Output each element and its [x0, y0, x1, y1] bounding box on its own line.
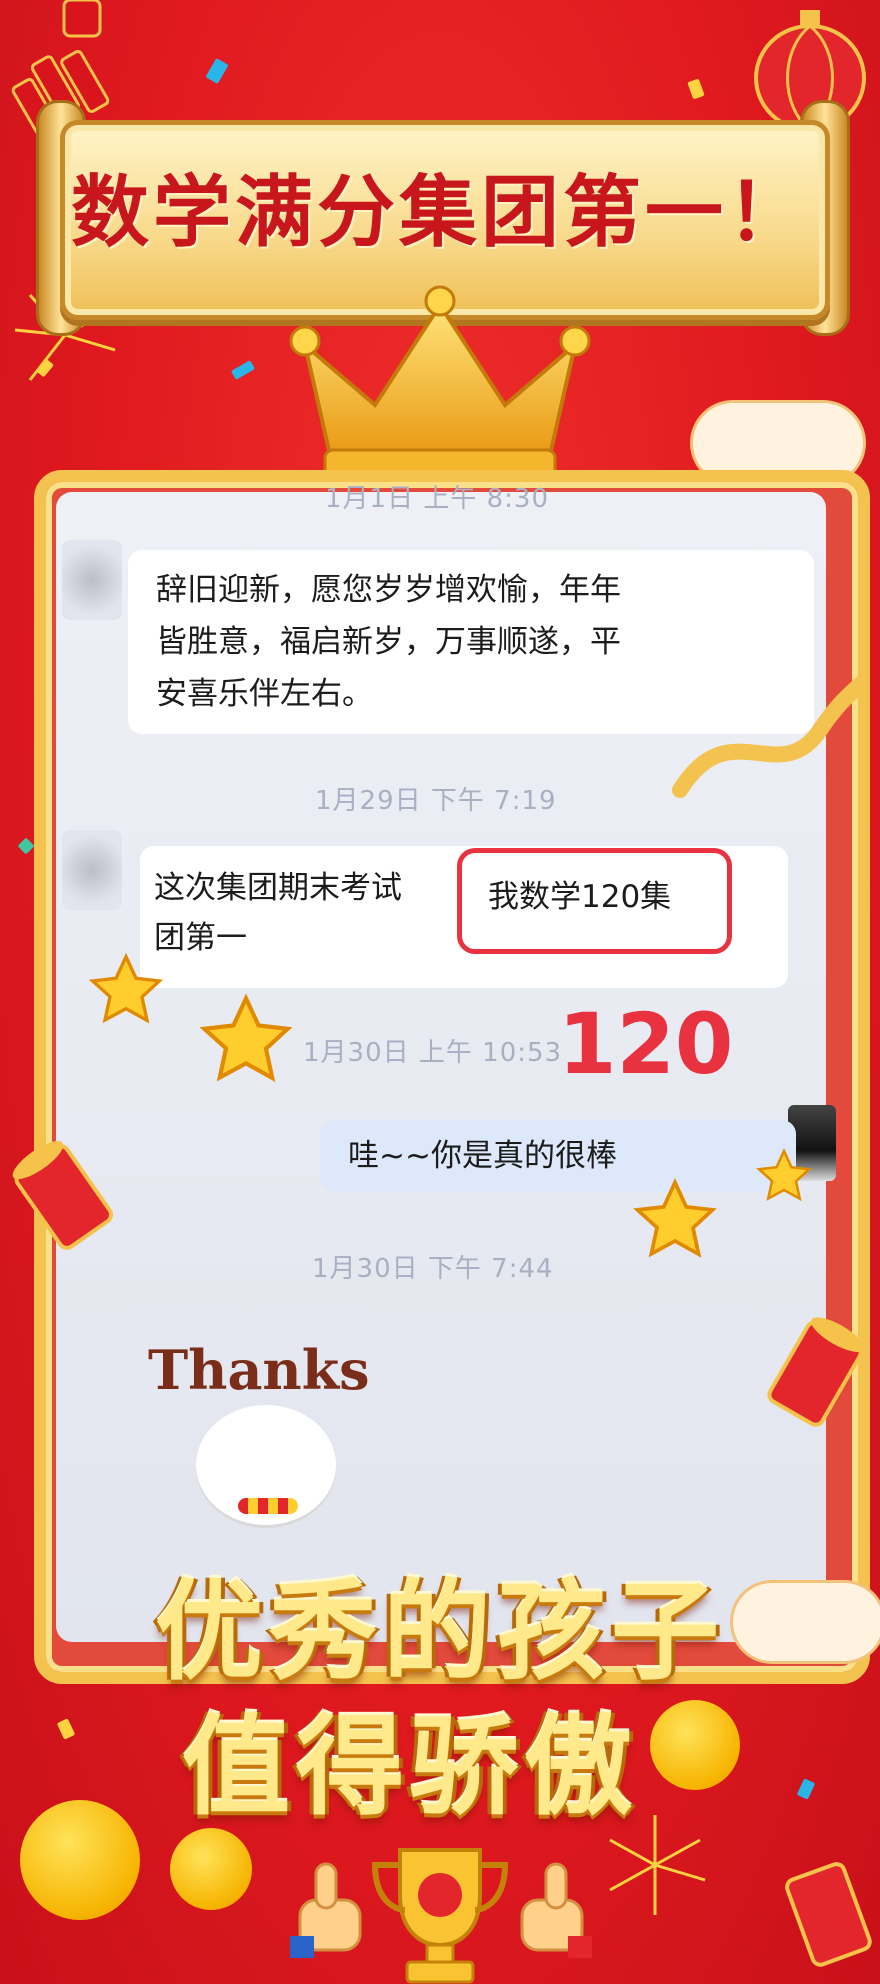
- star-icon: [88, 952, 164, 1024]
- star-icon: [756, 1148, 812, 1202]
- thanks-sticker-text: Thanks: [148, 1338, 370, 1402]
- party-popper-icon: [767, 1317, 864, 1427]
- thumbs-up-icon: [290, 1862, 362, 1958]
- message-1-line-1: 辞旧迎新，愿您岁岁增欢愉，年年: [156, 572, 621, 608]
- thumbs-up-icon: [520, 1862, 592, 1958]
- slogan-line-1: 优秀的孩子: [154, 1570, 725, 1695]
- party-popper-icon: [12, 1141, 114, 1250]
- star-icon: [633, 1178, 717, 1258]
- timestamp-1: 1月1日 上午 8:30: [325, 484, 549, 514]
- page-title: 数学满分集团第一！: [70, 168, 809, 258]
- message-2-part-2: 团第一: [154, 920, 247, 956]
- bun-scarf: [238, 1498, 298, 1514]
- trophy-icon: [371, 1848, 509, 1984]
- highlight-box: 我数学120集: [457, 848, 732, 954]
- heart-eyes-emoji: [170, 1828, 252, 1910]
- avatar: [62, 830, 122, 910]
- fu-charm-icon: [62, 0, 102, 38]
- party-face-emoji: [20, 1800, 140, 1920]
- message-bubble-3: 哇~~你是真的很棒: [320, 1120, 796, 1192]
- message-2-highlight: 我数学120集: [488, 879, 672, 915]
- timestamp-3: 1月30日 上午 10:53: [303, 1038, 563, 1068]
- crown-icon: [289, 285, 591, 478]
- party-popper-icon: [785, 1862, 872, 1967]
- timestamp-2: 1月29日 下午 7:19: [315, 786, 557, 816]
- message-1-line-2: 皆胜意，福启新岁，万事顺遂，平: [156, 624, 621, 660]
- fireworks-icon: [609, 1815, 706, 1915]
- party-face-emoji: [650, 1700, 740, 1790]
- message-2-part-1: 这次集团期末考试: [154, 870, 402, 906]
- timestamp-4: 1月30日 下午 7:44: [312, 1254, 554, 1284]
- star-icon: [199, 993, 293, 1082]
- message-3-text: 哇~~你是真的很棒: [348, 1138, 617, 1174]
- score-callout: 120: [558, 995, 734, 1093]
- ribbon-icon: [672, 672, 870, 798]
- avatar: [62, 540, 122, 620]
